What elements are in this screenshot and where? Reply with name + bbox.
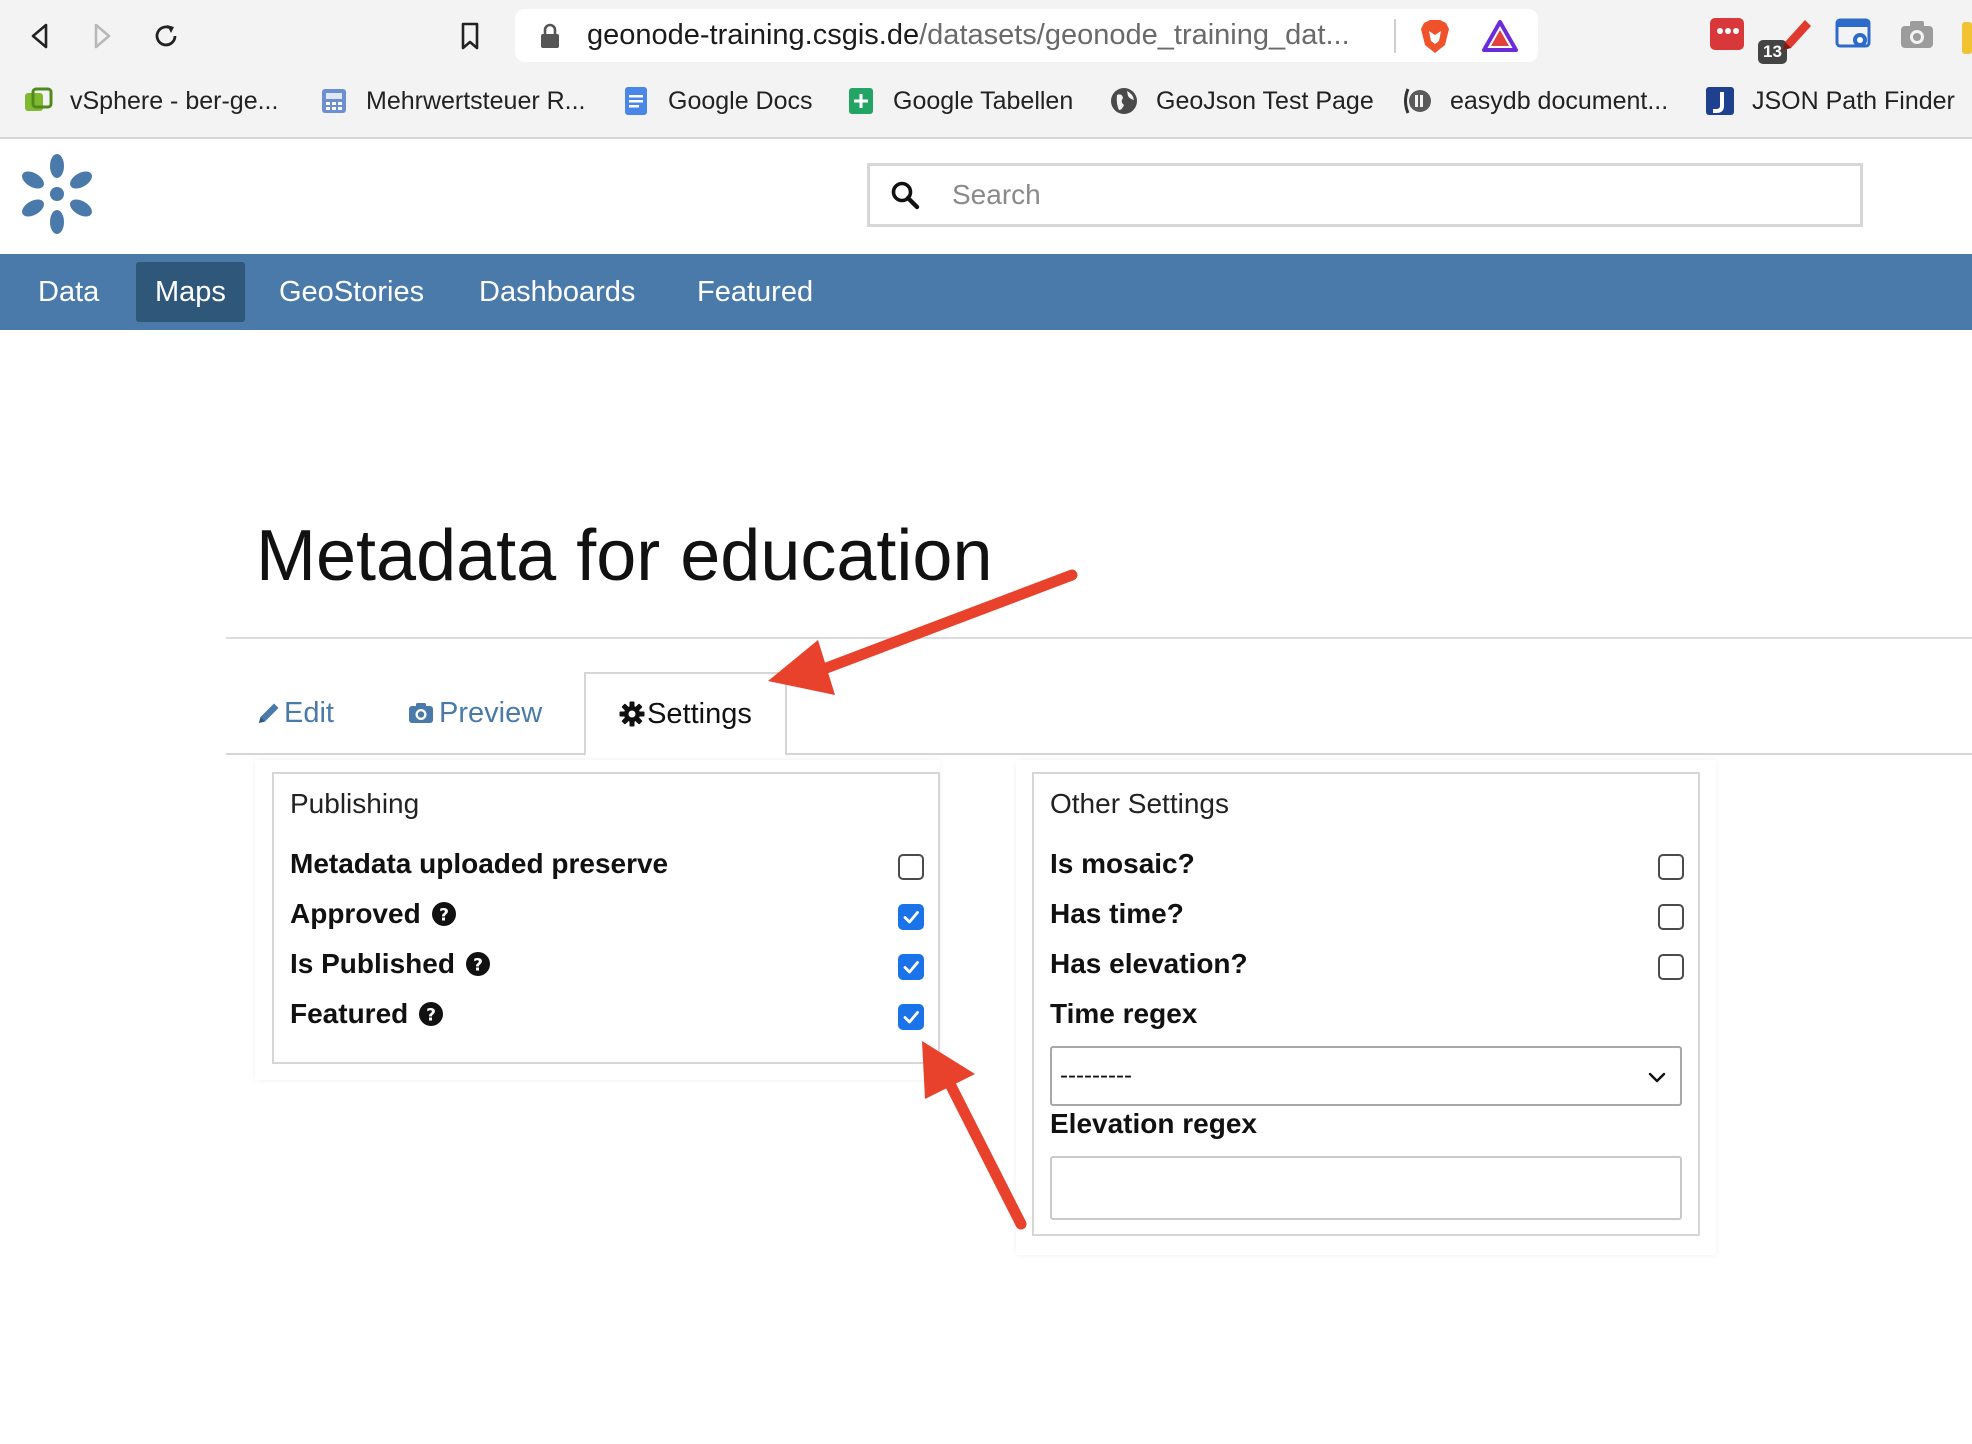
address-bar[interactable]: geonode-training.csgis.de/datasets/geono… — [515, 9, 1538, 62]
camera-icon — [409, 703, 433, 723]
is-published-label: Is Published ? — [290, 948, 491, 980]
approved-checkbox[interactable] — [898, 904, 924, 930]
publishing-panel: Publishing Metadata uploaded preserve Ap… — [272, 772, 940, 1064]
screenshot-extension-icon[interactable] — [1834, 14, 1876, 56]
extension-edge-icon[interactable] — [1962, 22, 1972, 54]
address-divider — [1394, 19, 1396, 53]
has-elevation-label: Has elevation? — [1050, 948, 1248, 979]
tab-label: Preview — [439, 696, 543, 729]
has-elevation-checkbox[interactable] — [1658, 954, 1684, 980]
elevation-regex-label: Elevation regex — [1050, 1108, 1257, 1139]
check-icon — [903, 961, 919, 974]
publishing-title: Publishing — [290, 788, 420, 819]
time-regex-select[interactable]: --------- — [1050, 1046, 1682, 1106]
has-time-checkbox[interactable] — [1658, 904, 1684, 930]
tab-edit[interactable]: Edit — [256, 672, 334, 754]
bookmark-icon — [461, 22, 479, 50]
check-icon — [903, 911, 919, 924]
bookmark-label: easydb document... — [1450, 86, 1669, 115]
bookmark-item[interactable]: Mehrwertsteuer R... — [318, 78, 586, 124]
search-box[interactable] — [867, 163, 1863, 227]
camera-extension-icon[interactable] — [1897, 14, 1939, 56]
is-published-checkbox[interactable] — [898, 954, 924, 980]
search-input[interactable] — [950, 178, 1834, 212]
nav-item-geostories[interactable]: GeoStories — [260, 262, 443, 322]
time-regex-value: --------- — [1060, 1062, 1132, 1089]
calendar-extension-icon[interactable] — [1708, 14, 1750, 56]
help-icon[interactable]: ? — [431, 901, 457, 927]
bookmark-label: GeoJson Test Page — [1156, 86, 1374, 115]
gear-icon — [619, 701, 645, 727]
tab-label: Settings — [647, 697, 752, 730]
google-docs-icon — [625, 87, 647, 115]
tab-settings[interactable]: Settings — [584, 672, 787, 756]
geonode-logo-icon[interactable] — [14, 151, 100, 237]
nav-item-data[interactable]: Data — [19, 262, 118, 322]
bookmark-label: JSON Path Finder — [1752, 86, 1955, 115]
bookmark-item[interactable]: JSON Path Finder — [1704, 78, 1955, 124]
help-icon[interactable]: ? — [465, 951, 491, 977]
check-icon — [903, 1011, 919, 1024]
pencil-icon — [259, 703, 279, 723]
bookmark-label: vSphere - ber-ge... — [70, 86, 279, 115]
back-icon — [31, 23, 48, 49]
bookmark-label: Google Docs — [668, 86, 813, 115]
other-settings-panel: Other Settings Is mosaic? Has time? Has … — [1032, 772, 1700, 1236]
title-divider — [226, 637, 1972, 639]
featured-label: Featured ? — [290, 998, 444, 1030]
bookmark-item[interactable]: Google Docs — [620, 78, 813, 124]
google-sheets-icon — [849, 88, 873, 114]
search-icon — [891, 181, 920, 210]
forward-button[interactable] — [82, 16, 122, 56]
metadata-preserve-label: Metadata uploaded preserve — [290, 848, 669, 879]
svg-text:?: ? — [426, 1006, 436, 1026]
bookmark-item[interactable]: easydb document... — [1402, 78, 1668, 124]
browser-toolbar: geonode-training.csgis.de/datasets/geono… — [0, 0, 1972, 139]
bookmark-item[interactable]: vSphere - ber-ge... — [22, 78, 278, 124]
reload-button[interactable] — [146, 16, 186, 56]
nav-item-maps[interactable]: Maps — [136, 262, 245, 322]
page-title: Metadata for education — [256, 516, 993, 596]
has-time-label: Has time? — [1050, 898, 1184, 929]
featured-checkbox[interactable] — [898, 1004, 924, 1030]
elevation-regex-input[interactable] — [1050, 1156, 1682, 1220]
bookmark-label: Google Tabellen — [893, 86, 1074, 115]
is-mosaic-label: Is mosaic? — [1050, 848, 1195, 879]
svg-text:?: ? — [439, 906, 449, 926]
lock-icon — [541, 23, 559, 48]
forward-icon — [94, 23, 111, 49]
nav-item-dashboards[interactable]: Dashboards — [460, 262, 654, 322]
chevron-down-icon — [1648, 1072, 1666, 1083]
json-path-icon — [1706, 87, 1734, 115]
tab-label: Edit — [284, 696, 334, 729]
calculator-icon — [322, 89, 346, 113]
main-nav: Data Maps GeoStories Dashboards Featured — [0, 254, 1972, 330]
url-text: geonode-training.csgis.de/datasets/geono… — [587, 19, 1350, 51]
approved-label: Approved ? — [290, 898, 457, 930]
brave-shield-icon[interactable] — [1418, 19, 1452, 55]
easydb-icon — [1404, 88, 1431, 114]
brave-rewards-icon[interactable] — [1481, 19, 1519, 53]
reload-icon — [155, 25, 177, 47]
globe-icon — [1111, 88, 1137, 114]
bookmark-button[interactable] — [450, 16, 490, 56]
svg-text:?: ? — [473, 956, 483, 976]
bookmark-item[interactable]: Google Tabellen — [845, 78, 1073, 124]
help-icon[interactable]: ? — [418, 1001, 444, 1027]
bookmarks-bar: vSphere - ber-ge... Mehrwertsteuer R... … — [0, 78, 1972, 124]
pen-extension-icon[interactable] — [1775, 14, 1817, 56]
is-mosaic-checkbox[interactable] — [1658, 854, 1684, 880]
nav-item-featured[interactable]: Featured — [678, 262, 832, 322]
back-button[interactable] — [20, 16, 60, 56]
vsphere-icon — [25, 87, 53, 111]
bookmark-item[interactable]: GeoJson Test Page — [1108, 78, 1374, 124]
metadata-preserve-checkbox[interactable] — [898, 854, 924, 880]
tab-preview[interactable]: Preview — [406, 672, 542, 754]
bookmark-label: Mehrwertsteuer R... — [366, 86, 586, 115]
site-header — [0, 139, 1972, 254]
time-regex-label: Time regex — [1050, 998, 1198, 1029]
other-settings-title: Other Settings — [1050, 788, 1229, 819]
